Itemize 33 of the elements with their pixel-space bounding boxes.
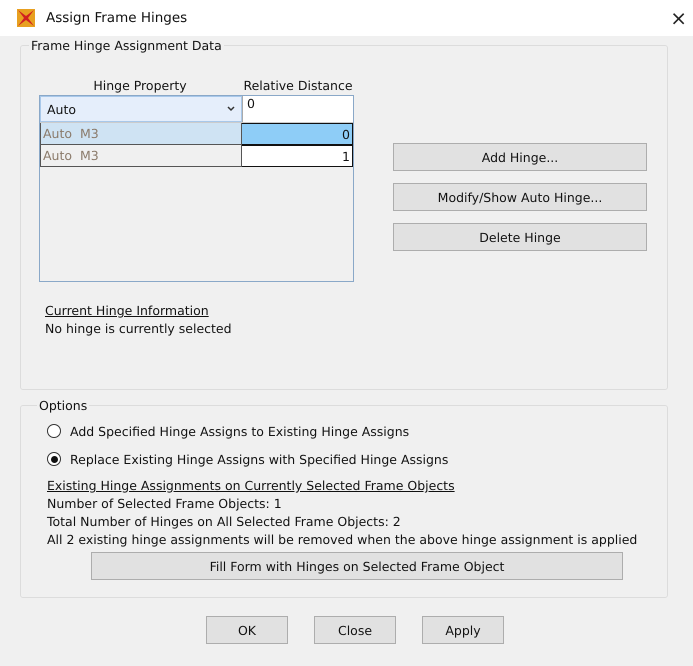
table-cell: 1 — [242, 145, 353, 167]
info-text: Total Number of Hinges on All Selected Frame Objects: 2 — [47, 513, 402, 531]
hinge-property-dropdown[interactable]: Auto — [40, 96, 242, 122]
distance-input[interactable]: 0 — [242, 96, 353, 122]
chevron-down-icon — [227, 106, 235, 112]
radio-label: Replace Existing Hinge Assigns with Specified Hinge Assigns — [70, 452, 448, 466]
radio-label: Add Specified Hinge Assigns to Existing Hinge Assigns — [70, 424, 410, 438]
column-header: Hinge Property — [92, 78, 188, 95]
radio-button[interactable] — [47, 452, 61, 466]
app-logo-icon — [16, 8, 36, 28]
action-button[interactable]: Delete Hinge — [393, 223, 647, 251]
section-heading: Current Hinge Information — [45, 302, 210, 320]
action-button[interactable]: Add Hinge... — [393, 143, 647, 171]
info-text: All 2 existing hinge assignments will be removed when the above hinge assignment is applied — [47, 531, 638, 549]
table-cell: 0 — [242, 123, 353, 145]
section-heading: Existing Hinge Assignments on Currently Selected Frame Objects — [47, 477, 456, 495]
info-text: No hinge is currently selected — [45, 320, 233, 338]
dialog-button[interactable]: OK — [206, 616, 288, 644]
action-button[interactable]: Modify/Show Auto Hinge... — [393, 183, 647, 211]
column-header: Relative Distance — [242, 77, 354, 95]
dialog-button[interactable]: Close — [314, 616, 396, 644]
table-row[interactable]: Auto M3 0 — [40, 123, 353, 145]
table-cell: Auto M3 — [40, 145, 242, 167]
table-cell: Auto M3 — [40, 123, 242, 145]
window-title: Assign Frame Hinges — [46, 10, 188, 26]
info-text: Number of Selected Frame Objects: 1 — [47, 495, 283, 513]
dialog-button[interactable]: Apply — [422, 616, 504, 644]
close-button[interactable]: × — [670, 6, 687, 30]
radio-button[interactable] — [47, 424, 61, 438]
table-row[interactable]: Auto M3 1 — [40, 145, 353, 167]
group-legend: Frame Hinge Assignment Data — [29, 38, 224, 53]
fill-form-button[interactable]: Fill Form with Hinges on Selected Frame Object — [91, 552, 623, 580]
group-legend: Options — [37, 398, 90, 413]
